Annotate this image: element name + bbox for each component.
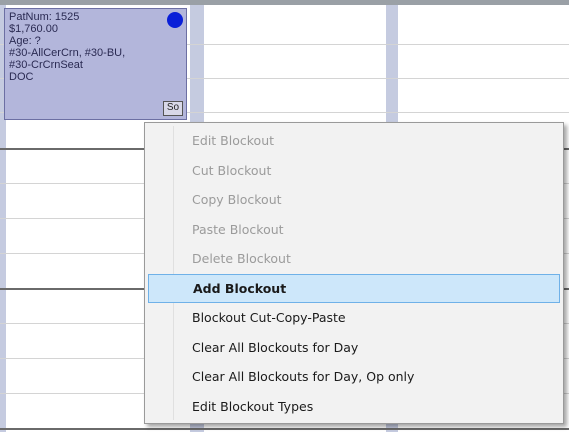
status-dot-icon (167, 12, 183, 28)
appointment-age: Age: ? (9, 35, 41, 47)
appointment-procedures-line2: #30-CrCrnSeat (9, 59, 83, 71)
menu-item-copy-blockout[interactable]: Copy Blockout (148, 185, 560, 215)
menu-item-add-blockout[interactable]: Add Blockout (148, 273, 560, 303)
appointment-provider: DOC (9, 71, 34, 83)
menu-item-delete-blockout[interactable]: Delete Blockout (148, 244, 560, 274)
grid-top-border (0, 0, 569, 5)
so-badge: So (163, 101, 183, 116)
appointment-patnum: PatNum: 1525 (9, 11, 80, 23)
menu-item-blockout-cut-copy-paste[interactable]: Blockout Cut-Copy-Paste (148, 303, 560, 333)
blockout-context-menu: Edit Blockout Cut Blockout Copy Blockout… (144, 122, 564, 424)
appointment-procedures-line1: #30-AllCerCrn, #30-BU, (9, 47, 126, 59)
menu-item-edit-blockout-types[interactable]: Edit Blockout Types (148, 392, 560, 422)
menu-item-cut-blockout[interactable]: Cut Blockout (148, 156, 560, 186)
appointment-amount: $1,760.00 (9, 23, 58, 35)
menu-item-edit-blockout[interactable]: Edit Blockout (148, 126, 560, 156)
grid-hour-line (0, 428, 569, 430)
menu-item-paste-blockout[interactable]: Paste Blockout (148, 215, 560, 245)
menu-item-clear-all-blockouts-day[interactable]: Clear All Blockouts for Day (148, 333, 560, 363)
menu-item-clear-all-blockouts-day-op[interactable]: Clear All Blockouts for Day, Op only (148, 362, 560, 392)
appointment-block[interactable]: PatNum: 1525 $1,760.00 Age: ? #30-AllCer… (4, 8, 187, 120)
